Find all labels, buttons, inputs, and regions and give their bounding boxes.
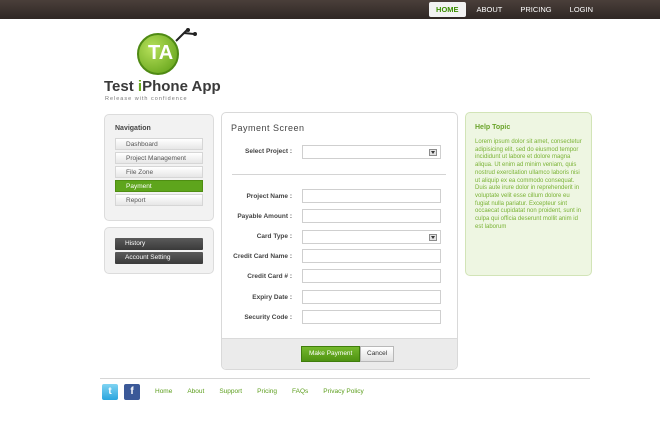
- nav-home-link[interactable]: HOME: [429, 2, 466, 17]
- expiry-date-input[interactable]: [302, 290, 441, 304]
- nav-item-dashboard[interactable]: Dashboard: [115, 138, 203, 150]
- nav-pricing-link[interactable]: PRICING: [513, 2, 558, 17]
- chevron-down-icon: [429, 234, 437, 241]
- antenna-icon: [175, 28, 197, 42]
- credit-card-name-label: Credit Card Name :: [233, 253, 292, 260]
- app-title: Test iPhone App: [104, 78, 221, 95]
- nav-login-link[interactable]: LOGIN: [563, 2, 600, 17]
- credit-card-number-label: Credit Card # :: [247, 273, 292, 280]
- nav-item-payment[interactable]: Payment: [115, 180, 203, 192]
- twitter-icon[interactable]: t: [102, 384, 118, 400]
- app-logo[interactable]: TA Test iPhone App Release with confiden…: [104, 28, 221, 104]
- card-type-label: Card Type :: [256, 233, 292, 240]
- help-topic-panel: Help Topic Lorem ipsum dolor sit amet, c…: [465, 112, 592, 276]
- account-setting-button[interactable]: Account Setting: [115, 252, 203, 264]
- payment-form-panel: Payment Screen Select Project : Project …: [221, 112, 458, 370]
- nav-item-file-zone[interactable]: File Zone: [115, 166, 203, 178]
- footer-faqs-link[interactable]: FAQs: [292, 388, 308, 395]
- app-tagline: Release with confidence: [105, 96, 188, 102]
- footer-nav: Home About Support Pricing FAQs Privacy …: [155, 388, 364, 395]
- card-type-dropdown[interactable]: [302, 230, 441, 244]
- nav-item-report[interactable]: Report: [115, 194, 203, 206]
- app-title-pre: Test: [104, 78, 138, 95]
- form-title: Payment Screen: [231, 123, 305, 133]
- expiry-date-label: Expiry Date :: [252, 294, 292, 301]
- footer-privacy-link[interactable]: Privacy Policy: [323, 388, 363, 395]
- nav-about-link[interactable]: ABOUT: [470, 2, 510, 17]
- footer-support-link[interactable]: Support: [219, 388, 242, 395]
- footer-pricing-link[interactable]: Pricing: [257, 388, 277, 395]
- payable-amount-label: Payable Amount :: [237, 213, 292, 220]
- history-button[interactable]: History: [115, 238, 203, 250]
- navigation-title: Navigation: [115, 125, 151, 132]
- footer-divider: [100, 378, 590, 379]
- credit-card-number-input[interactable]: [302, 269, 441, 283]
- facebook-icon[interactable]: f: [124, 384, 140, 400]
- account-panel: History Account Setting: [104, 227, 214, 274]
- logo-mark: TA: [148, 42, 174, 64]
- help-text: Lorem ipsum dolor sit amet, consectetur …: [475, 139, 582, 230]
- footer-about-link[interactable]: About: [187, 388, 204, 395]
- select-project-dropdown[interactable]: [302, 145, 441, 159]
- top-nav: HOME ABOUT PRICING LOGIN: [429, 2, 600, 17]
- top-bar: HOME ABOUT PRICING LOGIN: [0, 0, 660, 19]
- chevron-down-icon: [429, 149, 437, 156]
- security-code-label: Security Code :: [244, 314, 292, 321]
- select-project-label: Select Project :: [245, 148, 292, 155]
- nav-item-project-management[interactable]: Project Management: [115, 152, 203, 164]
- navigation-panel: Navigation Dashboard Project Management …: [104, 114, 214, 221]
- help-title: Help Topic: [475, 124, 511, 131]
- project-name-label: Project Name :: [246, 193, 292, 200]
- credit-card-name-input[interactable]: [302, 249, 441, 263]
- payable-amount-input[interactable]: [302, 209, 441, 223]
- project-name-input[interactable]: [302, 189, 441, 203]
- security-code-input[interactable]: [302, 310, 441, 324]
- app-title-post: Phone App: [142, 78, 221, 95]
- make-payment-button[interactable]: Make Payment: [301, 346, 361, 362]
- footer-home-link[interactable]: Home: [155, 388, 172, 395]
- form-divider: [232, 174, 446, 175]
- cancel-button[interactable]: Cancel: [360, 346, 395, 362]
